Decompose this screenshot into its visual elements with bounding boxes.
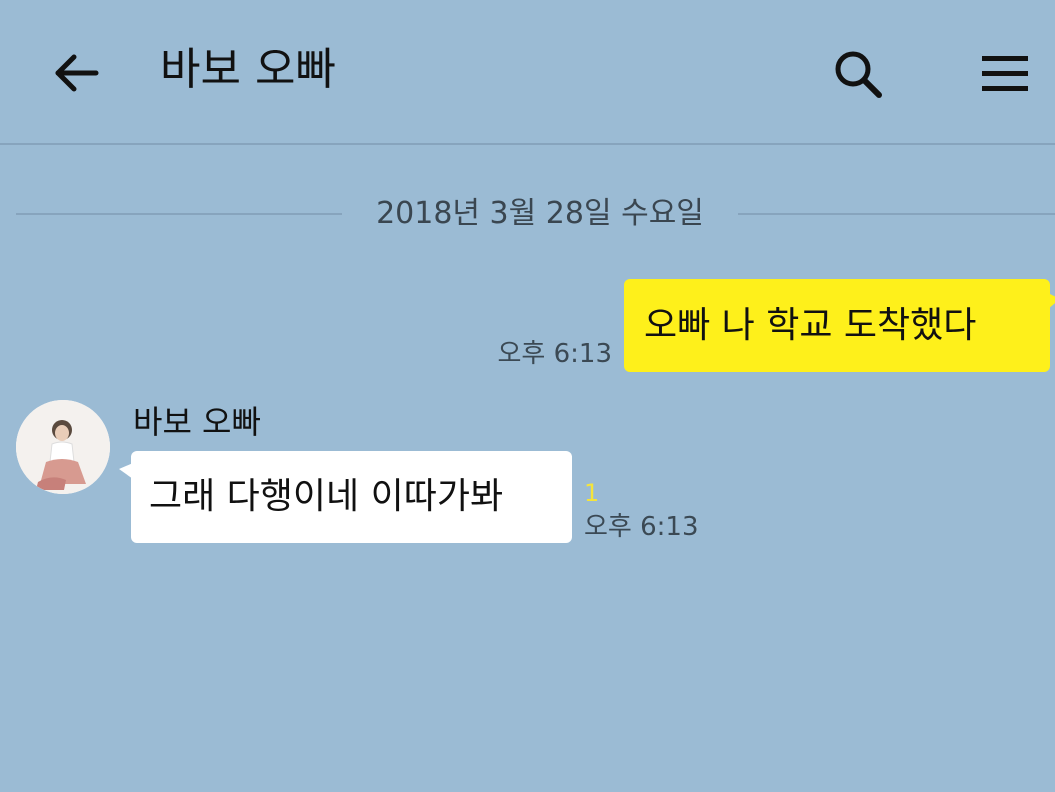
date-divider-line-right — [738, 213, 1055, 215]
hamburger-menu-icon — [982, 56, 1028, 91]
sender-name: 바보 오빠 — [133, 403, 261, 441]
chat-screen: 바보 오빠 2018년 3월 28일 수요일 오후 6:13 오빠 나 학교 도… — [0, 0, 1055, 792]
chat-header: 바보 오빠 — [0, 0, 1055, 145]
arrow-left-icon — [55, 54, 99, 92]
menu-button[interactable] — [975, 44, 1035, 104]
message-time: 오후 6:13 — [497, 339, 613, 369]
chat-title: 바보 오빠 — [160, 44, 336, 95]
date-divider-line-left — [16, 213, 342, 215]
incoming-message-bubble[interactable]: 그래 다행이네 이따가봐 — [119, 451, 572, 543]
back-button[interactable] — [48, 45, 104, 101]
unread-count: 1 — [584, 479, 600, 507]
search-icon — [835, 51, 882, 98]
message-time: 오후 6:13 — [584, 512, 699, 542]
date-divider: 2018년 3월 28일 수요일 — [376, 196, 704, 231]
profile-photo — [16, 400, 110, 494]
avatar[interactable] — [16, 400, 110, 494]
search-button[interactable] — [828, 44, 888, 104]
outgoing-message-bubble[interactable]: 오빠 나 학교 도착했다 — [624, 279, 1055, 372]
